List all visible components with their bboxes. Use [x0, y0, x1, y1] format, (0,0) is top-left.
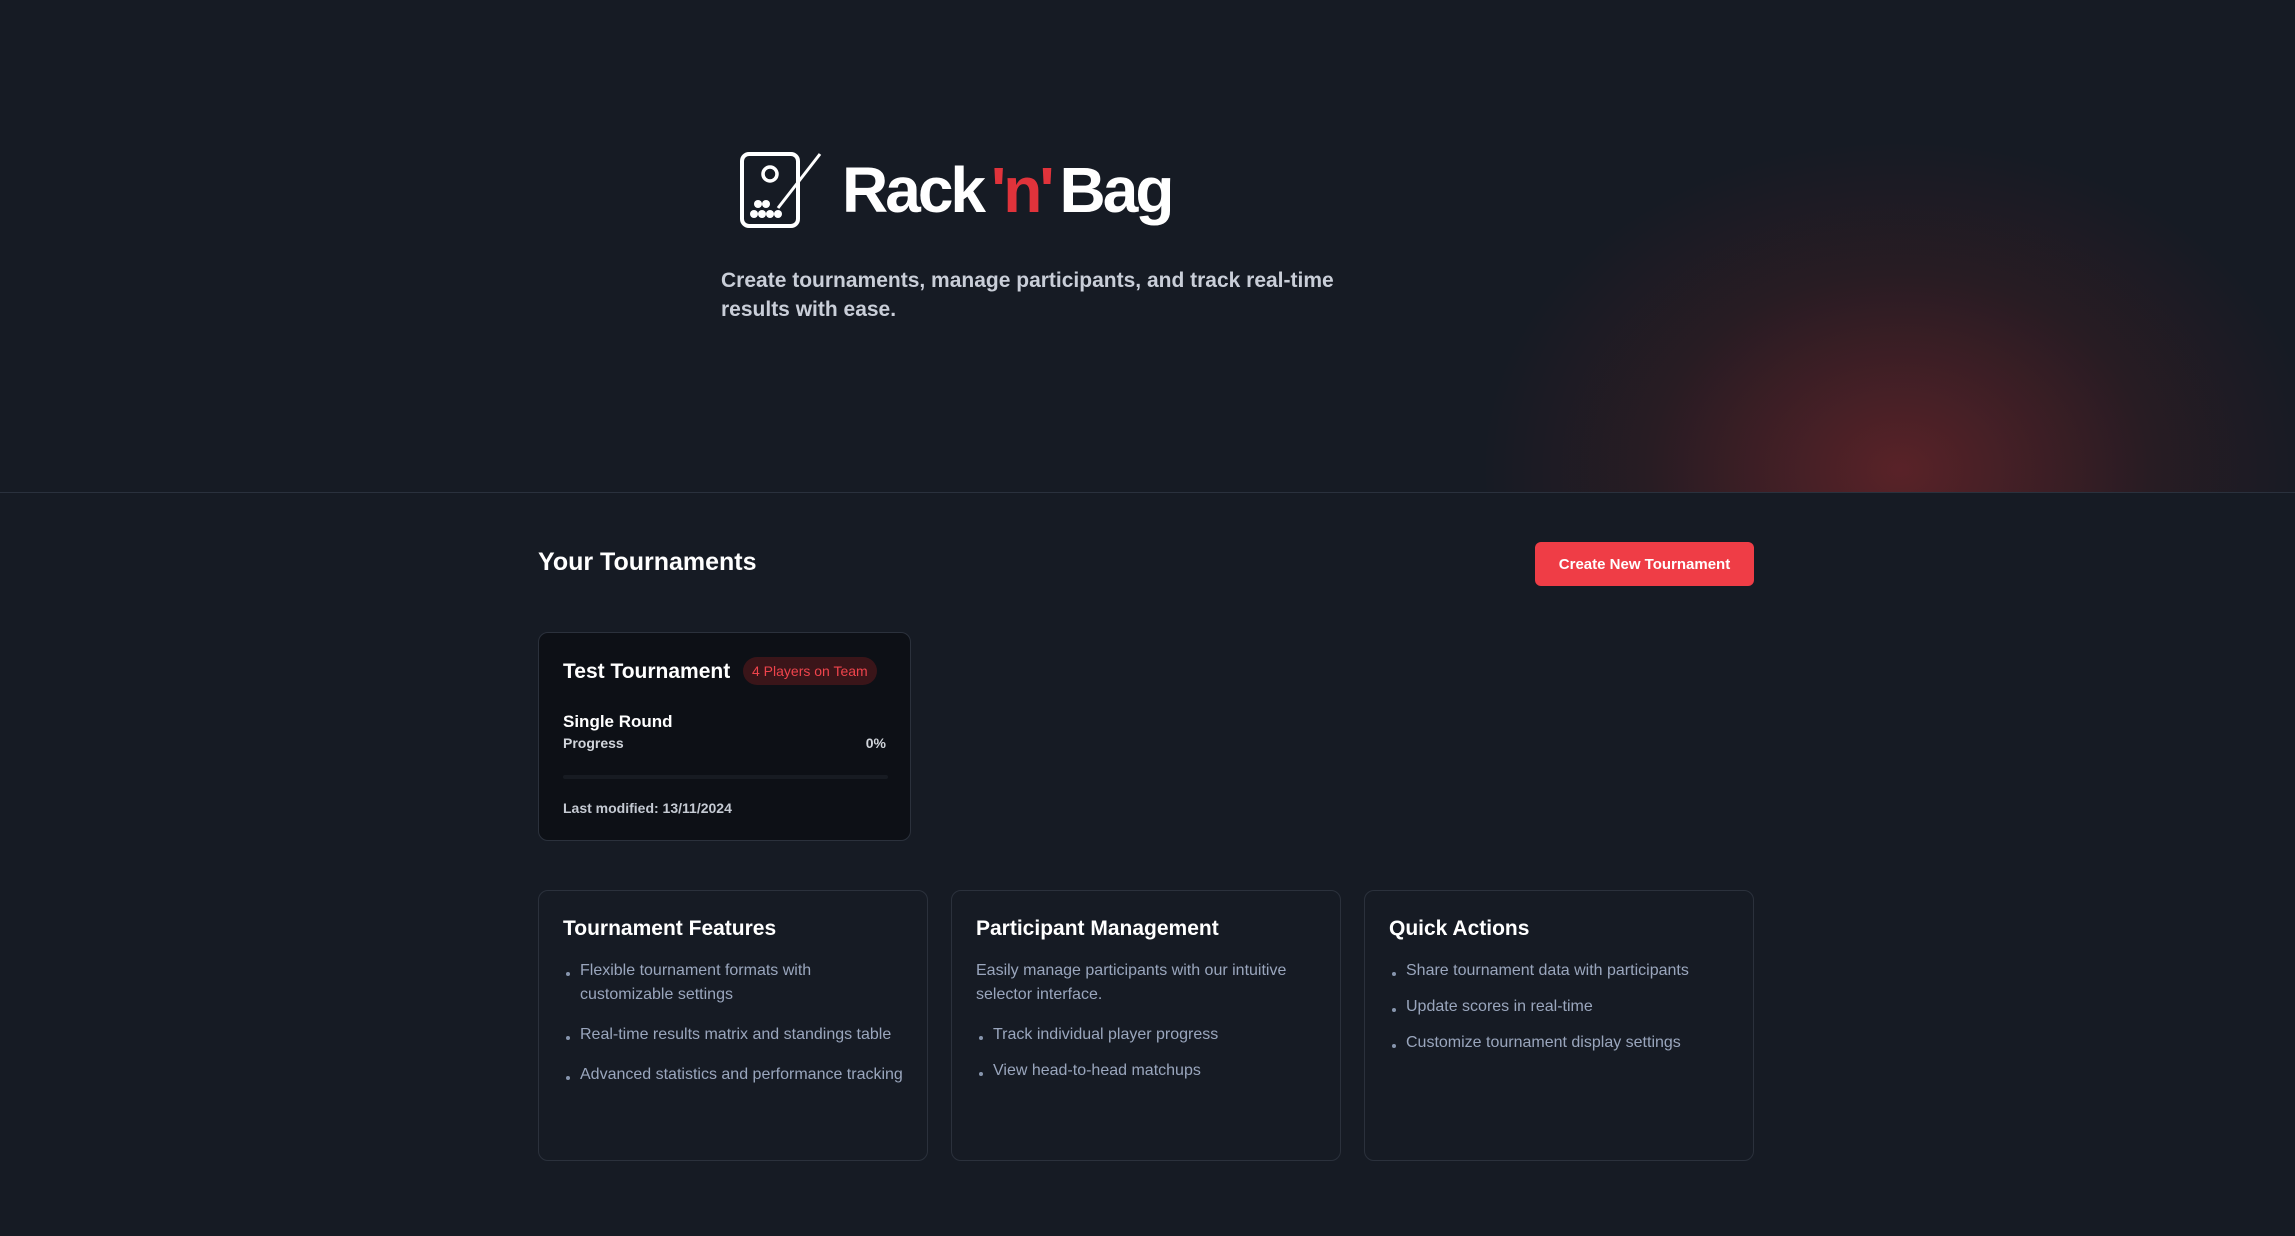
- feature-card-quick-actions: Quick Actions Share tournament data with…: [1364, 890, 1754, 1161]
- feature-card-tournament: Tournament Features Flexible tournament …: [538, 890, 928, 1161]
- feature-list: Share tournament data with participants …: [1389, 959, 1729, 1055]
- round-type: Single Round: [563, 712, 673, 731]
- list-item: Share tournament data with participants: [1389, 959, 1729, 983]
- brand-wordmark: Rack 'n' Bag: [842, 154, 1175, 226]
- brand-logo[interactable]: Rack 'n' Bag: [738, 150, 1175, 230]
- hero-tagline: Create tournaments, manage participants,…: [721, 269, 1334, 321]
- progress-bar: [563, 775, 888, 779]
- tournament-name: Test Tournament: [563, 660, 731, 683]
- list-item: Update scores in real-time: [1389, 995, 1729, 1019]
- brand-word-rack: Rack: [842, 154, 986, 226]
- feature-card-title: Participant Management: [976, 917, 1219, 940]
- feature-list: Track individual player progress View he…: [976, 1023, 1316, 1083]
- brand-word-bag: Bag: [1059, 154, 1175, 226]
- hero-section: Rack 'n' Bag Create tournaments, manage …: [0, 0, 2295, 493]
- section-title: Your Tournaments: [538, 548, 757, 576]
- brand-word-n: 'n': [991, 154, 1055, 226]
- progress-label: Progress: [563, 735, 624, 751]
- feature-card-description: Easily manage participants with our intu…: [976, 962, 1287, 1003]
- list-item: Track individual player progress: [976, 1023, 1316, 1047]
- list-item: Flexible tournament formats with customi…: [563, 959, 903, 1007]
- tournament-card[interactable]: Test Tournament 4 Players on Team Single…: [538, 632, 911, 841]
- feature-card-participants: Participant Management Easily manage par…: [951, 890, 1341, 1161]
- list-item: View head-to-head matchups: [976, 1059, 1316, 1083]
- list-item: Customize tournament display settings: [1389, 1031, 1729, 1055]
- last-modified: Last modified: 13/11/2024: [563, 800, 732, 816]
- progress-value: 0%: [865, 735, 886, 751]
- feature-card-title: Tournament Features: [563, 917, 777, 940]
- list-item: Real-time results matrix and standings t…: [563, 1023, 903, 1047]
- scoreboard-cue-icon: [740, 152, 822, 228]
- feature-list: Flexible tournament formats with customi…: [563, 959, 903, 1087]
- team-size-badge: 4 Players on Team: [743, 657, 877, 685]
- feature-card-title: Quick Actions: [1389, 917, 1530, 940]
- list-item: Advanced statistics and performance trac…: [563, 1063, 903, 1087]
- create-tournament-button[interactable]: Create New Tournament: [1535, 542, 1754, 586]
